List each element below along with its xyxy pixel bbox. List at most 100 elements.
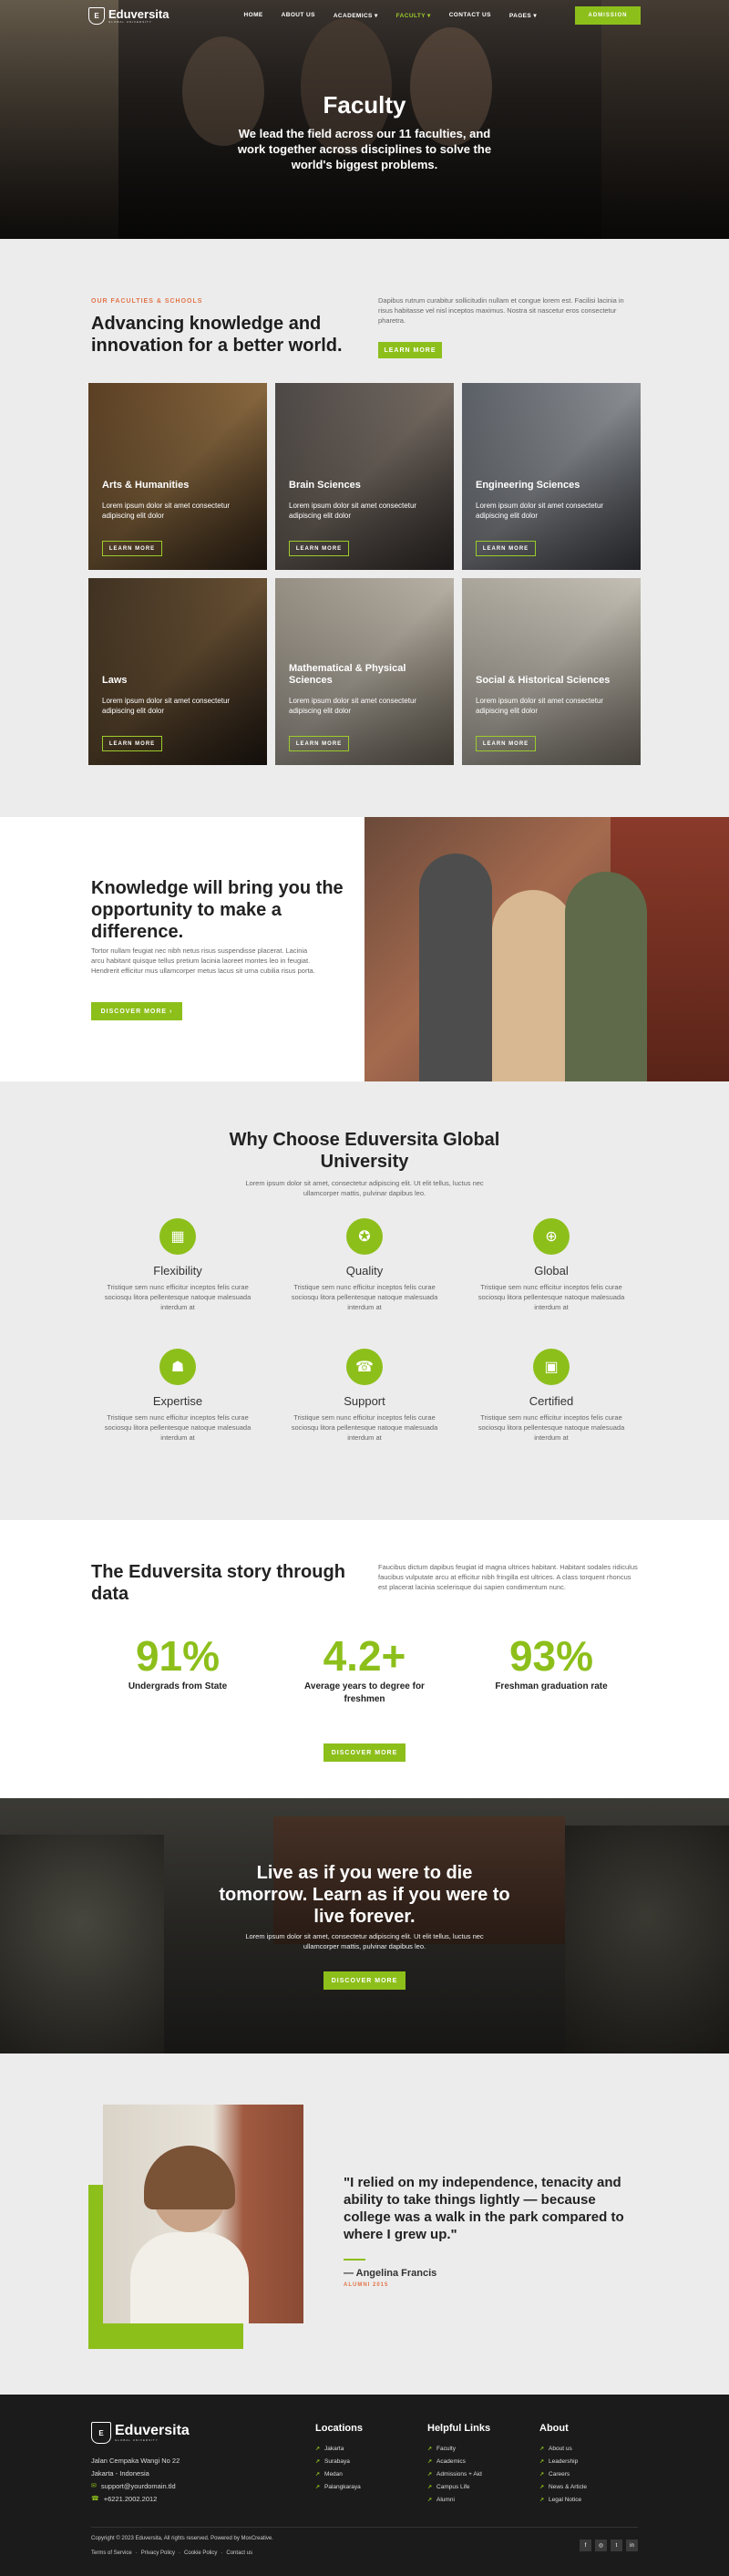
alumni-photo [103,2105,303,2323]
stat-years: 4.2+ Average years to degree for freshme… [273,1634,456,1706]
feature-text: Tristique sem nunc efficitur inceptos fe… [477,1283,625,1311]
card-learn-more-button[interactable]: LEARN MORE [476,541,536,556]
faculty-card-arts[interactable]: Arts & Humanities Lorem ipsum dolor sit … [88,383,267,570]
faculties-eyebrow: OUR FACULTIES & SCHOOLS [91,298,203,305]
award-icon: ✪ [346,1218,383,1255]
footer-column-about: About ↗ About us ↗ Leadership ↗ Careers ↗ Ne… [539,2423,587,2507]
terms-link[interactable]: Terms of Service [91,2550,132,2556]
footer-logo[interactable]: E Eduversita GLOBAL UNIVERSITY [91,2422,190,2444]
cookie-link[interactable]: Cookie Policy [184,2550,217,2556]
live-discover-more-button[interactable]: DISCOVER MORE [323,1971,406,1990]
story-heading: The Eduversita story through data [91,1562,345,1604]
story-discover-more-button[interactable]: DISCOVER MORE [323,1743,406,1762]
card-learn-more-button[interactable]: LEARN MORE [102,541,162,556]
footer-link[interactable]: ↗ Careers [539,2468,587,2481]
stat-label: Average years to degree for freshmen [304,1681,425,1704]
email-icon: ✉ [91,2483,97,2489]
footer-link[interactable]: ↗ Medan [315,2468,363,2481]
feature-title: Expertise [152,1394,203,1408]
linkedin-icon[interactable]: in [626,2540,638,2551]
arrow-icon: ↗ [315,2485,321,2490]
arrow-icon: ↗ [315,2459,321,2465]
footer-phone[interactable]: +6221.2002.2012 [104,2493,158,2506]
footer-link[interactable]: ↗ Admissions + Aid [427,2468,490,2481]
why-choose-section: Why Choose Eduversita Global University … [0,1081,729,1520]
footer-link[interactable]: ↗ Surabaya [315,2456,363,2468]
phone-icon: ☎ [91,2496,99,2502]
arrow-icon: ↗ [539,2498,545,2503]
social-links: f ◎ t in [580,2540,638,2551]
faculties-heading: Advancing knowledge and innovation for a… [91,314,343,356]
admission-button[interactable]: ADMISSION [575,6,641,25]
footer-link[interactable]: ↗ Campus Life [427,2481,490,2494]
globe-icon: ⊕ [533,1218,570,1255]
card-text: Lorem ipsum dolor sit amet consectetur a… [289,502,417,520]
quote-banner-section: Live as if you were to die tomorrow. Lea… [0,1798,729,2054]
card-title: Brain Sciences [289,480,361,491]
faculties-learn-more-button[interactable]: LEARN MORE [378,342,442,358]
instagram-icon[interactable]: ◎ [595,2540,607,2551]
contact-link[interactable]: Contact us [226,2550,252,2556]
nav-item-about[interactable]: ABOUT US [282,12,315,19]
arrow-icon: ↗ [539,2472,545,2478]
footer-link[interactable]: ↗ Legal Notice [539,2494,587,2507]
why-heading: Why Choose Eduversita Global University [229,1130,500,1172]
shield-logo-icon: E [88,6,105,25]
card-text: Lorem ipsum dolor sit amet consectetur a… [476,502,604,520]
arrow-icon: ↗ [315,2472,321,2478]
discover-more-button[interactable]: DISCOVER MORE › [91,1002,182,1020]
nav-item-academics[interactable]: ACADEMICS ▾ [334,12,378,19]
card-title: Arts & Humanities [102,480,190,491]
footer-link[interactable]: ↗ About us [539,2443,587,2456]
faculty-card-social[interactable]: Social & Historical Sciences Lorem ipsum… [462,578,641,765]
footer-column-helpful-links: Helpful Links ↗ Faculty ↗ Academics ↗ Admis… [427,2423,490,2507]
feature-title: Flexibility [153,1264,202,1278]
copyright-text: Copyright © 2023 Eduversita, All rights … [91,2536,273,2541]
card-learn-more-button[interactable]: LEARN MORE [289,541,349,556]
facebook-icon[interactable]: f [580,2540,591,2551]
nav-item-faculty[interactable]: FACULTY ▾ [396,12,431,19]
nav-item-pages[interactable]: PAGES ▾ [509,12,537,19]
card-learn-more-button[interactable]: LEARN MORE [289,736,349,751]
feature-expertise: ☗ Expertise Tristique sem nunc efficitur… [96,1349,260,1443]
footer-link[interactable]: ↗ Academics [427,2456,490,2468]
footer-link[interactable]: ↗ Alumni [427,2494,490,2507]
privacy-link[interactable]: Privacy Policy [141,2550,175,2556]
footer-link[interactable]: ↗ Jakarta [315,2443,363,2456]
footer-link[interactable]: ↗ Leadership [539,2456,587,2468]
arrow-icon: ↗ [539,2459,545,2465]
footer-divider [91,2527,638,2528]
card-text: Lorem ipsum dolor sit amet consectetur a… [289,697,417,715]
arrow-icon: ↗ [427,2447,433,2452]
feature-title: Global [534,1264,569,1278]
feature-title: Certified [529,1394,574,1408]
nav-item-contact[interactable]: CONTACT US [449,12,491,19]
feature-text: Tristique sem nunc efficitur inceptos fe… [291,1413,438,1442]
faculty-card-laws[interactable]: Laws Lorem ipsum dolor sit amet consecte… [88,578,267,765]
feature-support: ☎ Support Tristique sem nunc efficitur i… [282,1349,447,1443]
faculty-card-brain[interactable]: Brain Sciences Lorem ipsum dolor sit ame… [275,383,454,570]
footer-link[interactable]: ↗ Palangkaraya [315,2481,363,2494]
testimonial-section: "I relied on my independence, tenacity a… [0,2054,729,2395]
live-text: Lorem ipsum dolor sit amet, consectetur … [245,1932,484,1950]
arrow-icon: ↗ [315,2447,321,2452]
story-text: Faucibus dictum dapibus feugiat id magna… [378,1563,638,1591]
stat-value: 91% [135,1632,221,1680]
footer-link[interactable]: ↗ News & Article [539,2481,587,2494]
feature-text: Tristique sem nunc efficitur inceptos fe… [477,1413,625,1442]
stat-graduation: 93% Freshman graduation rate [460,1634,642,1693]
faculties-text: Dapibus rutrum curabitur sollicitudin nu… [378,296,624,325]
card-text: Lorem ipsum dolor sit amet consectetur a… [102,697,231,715]
card-learn-more-button[interactable]: LEARN MORE [476,736,536,751]
nav-menu: HOME ABOUT US ACADEMICS ▾ FACULTY ▾ CONT… [244,12,537,19]
twitter-icon[interactable]: t [611,2540,622,2551]
address-line-1: Jalan Cempaka Wangi No 22 [91,2457,180,2465]
faculty-card-math[interactable]: Mathematical & Physical Sciences Lorem i… [275,578,454,765]
footer-email[interactable]: support@yourdomain.tld [101,2480,176,2493]
card-learn-more-button[interactable]: LEARN MORE [102,736,162,751]
faculty-card-engineering[interactable]: Engineering Sciences Lorem ipsum dolor s… [462,383,641,570]
feature-global: ⊕ Global Tristique sem nunc efficitur in… [469,1218,633,1312]
footer-link[interactable]: ↗ Faculty [427,2443,490,2456]
nav-item-home[interactable]: HOME [244,12,263,19]
site-logo[interactable]: E Eduversita GLOBAL UNIVERSITY [88,6,169,25]
